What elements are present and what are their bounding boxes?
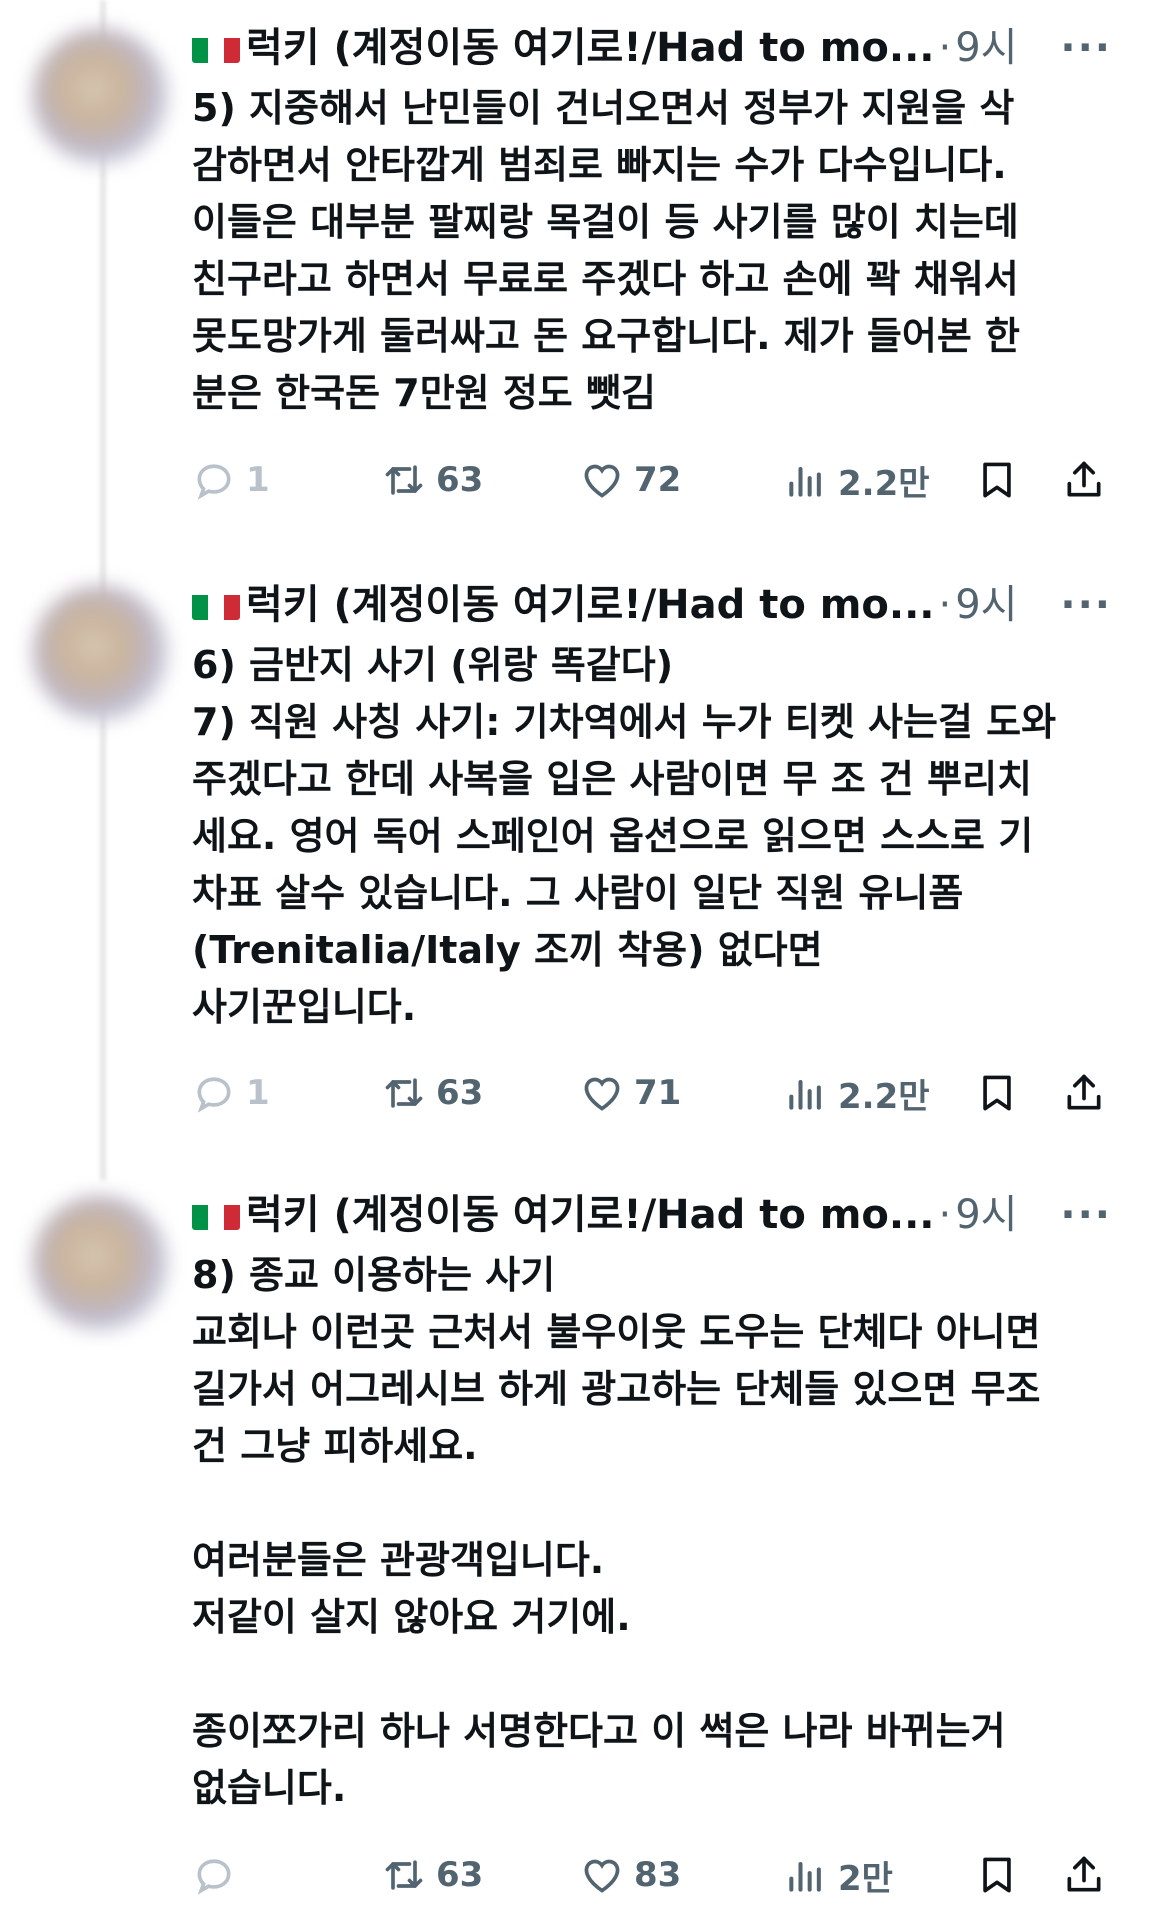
author-name[interactable]: 럭키 (계정이동 여기로!/Had to mo... [246,25,935,71]
share-button[interactable] [1062,1843,1106,1907]
reply-count: 1 [246,1073,270,1113]
bookmark-button[interactable] [975,1061,1019,1125]
tweet-line: 없습니다. [192,1766,347,1810]
tweet-line: 분은 한국돈 7만원 정도 뺏김 [192,371,656,415]
tweet-line: 사기꾼입니다. [192,985,417,1029]
retweet-icon [385,1860,423,1890]
tweet-line: 건 그냥 피하세요. [192,1424,478,1468]
view-count: 2만 [838,1858,893,1899]
italy-flag-icon [192,29,240,63]
like-icon [584,1859,620,1893]
avatar[interactable] [32,1195,168,1331]
like-icon [584,464,620,498]
like-count: 83 [634,1855,682,1895]
reply-icon [197,464,231,500]
like-button[interactable]: 72 [580,448,681,512]
views-button[interactable]: 2.2만 [784,1061,930,1125]
like-count: 72 [634,460,682,500]
tweet-line: 8) 종교 이용하는 사기 [192,1253,556,1297]
timestamp[interactable]: 9시 [955,582,1017,628]
author-name[interactable]: 럭키 (계정이동 여기로!/Had to mo... [246,582,935,628]
reply-count: 1 [246,460,270,500]
tweet-line: 감하면서 안타깝게 범죄로 빠지는 수가 다수입니다. [192,143,1007,187]
tweet-line: 저같이 살지 않아요 거기에. [192,1595,631,1639]
bookmark-button[interactable] [975,448,1019,512]
reply-icon [197,1077,231,1113]
retweet-button[interactable]: 63 [382,1843,483,1907]
reply-button[interactable] [192,1843,246,1907]
action-bar: 1 63 72 2.2만 [192,448,1122,512]
tweet-text: 8) 종교 이용하는 사기 교회나 이런곳 근처서 불우이웃 도우는 단체다 아… [192,1247,1112,1817]
tweet-line: 차표 살수 있습니다. 그 사람이 일단 직원 유니폼 [192,871,964,915]
action-bar: 1 63 71 2.2만 [192,1061,1122,1125]
tweet-line: 길가서 어그레시브 하게 광고하는 단체들 있으면 무조 [192,1367,1041,1411]
tweet-header: 럭키 (계정이동 여기로!/Had to mo... · 9시 ··· [192,1185,1112,1245]
retweet-count: 63 [436,1855,484,1895]
avatar[interactable] [32,28,168,164]
views-icon [789,1079,821,1110]
italy-flag-icon [192,586,240,620]
like-button[interactable]: 71 [580,1061,681,1125]
tweet-line: 친구라고 하면서 무료로 주겠다 하고 손에 꽉 채워서 [192,257,1019,301]
tweet-line: 6) 금반지 사기 (위랑 똑같다) [192,643,674,687]
share-button[interactable] [1062,1061,1106,1125]
separator: · [938,25,952,71]
tweet-header: 럭키 (계정이동 여기로!/Had to mo... · 9시 ··· [192,18,1112,78]
share-icon [1067,1856,1101,1892]
tweet-line: 이들은 대부분 팔찌랑 목걸이 등 사기를 많이 치는데 [192,200,1019,244]
bookmark-icon [983,462,1011,498]
share-icon [1067,461,1101,497]
tweet-line: 교회나 이런곳 근처서 불우이웃 도우는 단체다 아니면 [192,1310,1041,1354]
tweet-line: 주겠다고 한데 사복을 입은 사람이면 무 조 건 뿌리치 [192,757,1032,801]
tweet-line: 여러분들은 관광객입니다. [192,1538,605,1582]
retweet-count: 63 [436,1073,484,1113]
avatar[interactable] [32,585,168,721]
author-name[interactable]: 럭키 (계정이동 여기로!/Had to mo... [246,1192,935,1238]
bookmark-icon [983,1075,1011,1111]
reply-icon [197,1859,231,1895]
reply-button[interactable]: 1 [192,1061,270,1125]
views-button[interactable]: 2.2만 [784,448,930,512]
timestamp[interactable]: 9시 [955,25,1017,71]
action-bar: 63 83 2만 [192,1843,1122,1907]
share-icon [1067,1074,1101,1110]
like-count: 71 [634,1073,682,1113]
timestamp[interactable]: 9시 [955,1192,1017,1238]
view-count: 2.2만 [838,463,930,504]
retweet-button[interactable]: 63 [382,448,483,512]
views-icon [789,466,821,497]
more-icon[interactable]: ··· [1060,1185,1112,1245]
tweet-line: (Trenitalia/Italy 조끼 착용) 없다면 [192,928,823,972]
retweet-button[interactable]: 63 [382,1061,483,1125]
tweet-text: 5) 지중해서 난민들이 건너오면서 정부가 지원을 삭 감하면서 안타깝게 범… [192,80,1112,422]
like-icon [584,1077,620,1111]
bookmark-button[interactable] [975,1843,1019,1907]
retweet-icon [385,1078,423,1108]
reply-button[interactable]: 1 [192,448,270,512]
italy-flag-icon [192,1196,240,1230]
separator: · [938,582,952,628]
retweet-icon [385,465,423,495]
tweet-header: 럭키 (계정이동 여기로!/Had to mo... · 9시 ··· [192,575,1112,635]
tweet-line: 5) 지중해서 난민들이 건너오면서 정부가 지원을 삭 [192,86,1015,130]
more-icon[interactable]: ··· [1060,575,1112,635]
tweet-line: 종이쪼가리 하나 서명한다고 이 썩은 나라 바뀌는거 [192,1709,1006,1753]
bookmark-icon [983,1857,1011,1893]
view-count: 2.2만 [838,1076,930,1117]
more-icon[interactable]: ··· [1060,18,1112,78]
separator: · [938,1192,952,1238]
tweet-line-blank [192,1475,1112,1532]
share-button[interactable] [1062,448,1106,512]
tweet-line: 못도망가게 둘러싸고 돈 요구합니다. 제가 들어본 한 [192,314,1020,358]
tweet-line: 7) 직원 사칭 사기: 기차역에서 누가 티켓 사는걸 도와 [192,700,1057,744]
tweet-line: 세요. 영어 독어 스페인어 옵션으로 읽으면 스스로 기 [192,814,1034,858]
tweet-line-blank [192,1646,1112,1703]
tweet-text: 6) 금반지 사기 (위랑 똑같다) 7) 직원 사칭 사기: 기차역에서 누가… [192,637,1112,1036]
views-icon [789,1861,821,1892]
like-button[interactable]: 83 [580,1843,681,1907]
retweet-count: 63 [436,460,484,500]
views-button[interactable]: 2만 [784,1843,893,1907]
